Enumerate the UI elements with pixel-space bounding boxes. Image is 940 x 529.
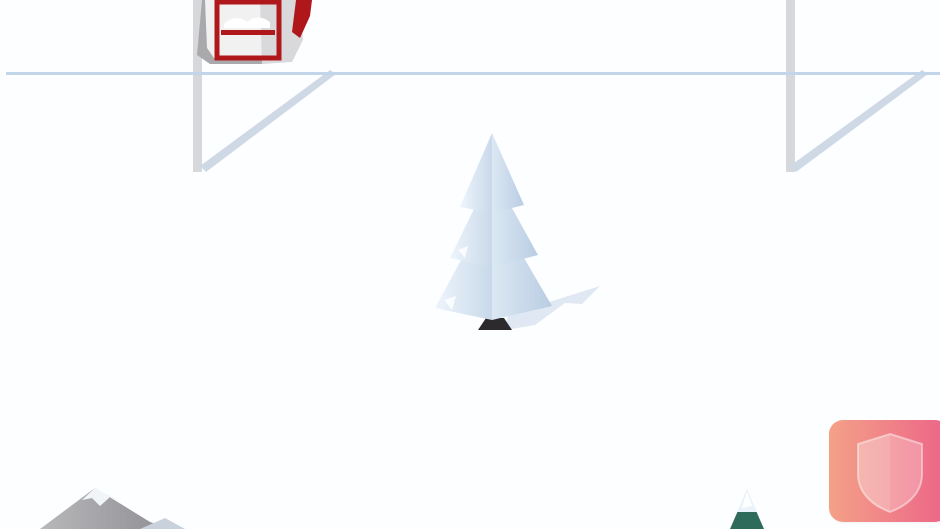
mountain: [40, 488, 185, 529]
lift-cable: [6, 72, 940, 75]
shield-powerup-button[interactable]: [829, 420, 940, 522]
gondola: [197, 0, 312, 64]
snow-tree: [435, 133, 600, 330]
game-scene: [6, 0, 940, 529]
lift-tower-right: [786, 0, 928, 172]
shield-icon: [857, 432, 923, 514]
small-tree: [730, 490, 764, 529]
